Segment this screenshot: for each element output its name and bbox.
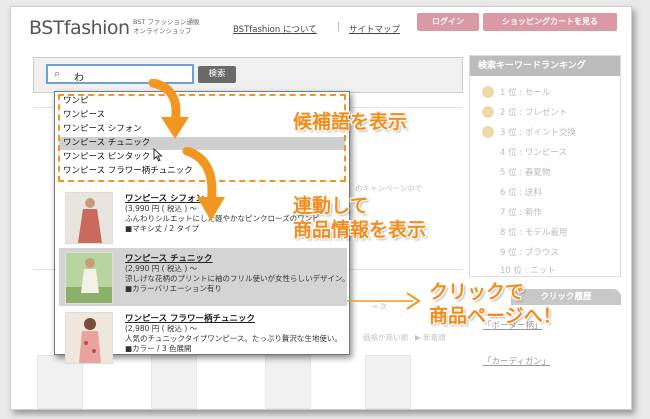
product-variation: ■カラー / 3 色展開	[125, 344, 192, 353]
annotation-click-line2: 商品ページへ！	[429, 305, 562, 327]
ranking-item[interactable]: 8 位 : モデル着用	[500, 226, 567, 238]
ranking-item[interactable]: 5 位 : 春夏物	[500, 166, 550, 178]
product-suggestion[interactable]: ワンピース フラワー柄チュニック (2,980 円 ( 税込 ) 〜 人気のチュ…	[59, 308, 347, 366]
ranking-item[interactable]: 6 位 : 送料	[500, 186, 542, 198]
about-link[interactable]: BSTfashion について	[233, 23, 317, 35]
ranking-item[interactable]: 2 位 : プレゼント	[500, 106, 567, 118]
arrow-right-icon	[347, 292, 421, 310]
mouse-cursor-icon	[153, 148, 163, 162]
product-image[interactable]	[65, 192, 113, 244]
nav-separator: |	[337, 22, 341, 32]
rank-2-crown-icon	[482, 106, 494, 118]
history-item[interactable]: 「カーディガン」	[483, 355, 550, 367]
ranking-item[interactable]: 1 位 : セール	[500, 86, 550, 98]
product-image[interactable]	[65, 252, 113, 304]
search-input-value: わ	[74, 73, 84, 84]
product-image[interactable]	[65, 312, 113, 364]
logo-subtitle: BST ファッション通販 オンラインショップ	[133, 18, 200, 36]
product-photo-tunic	[66, 253, 112, 303]
rank-3-crown-icon	[482, 126, 494, 138]
login-button[interactable]: ログイン	[417, 13, 479, 31]
keyword-ranking-panel: 検索キーワードランキング 1 位 : セール 2 位 : プレゼント 3 位 :…	[469, 55, 621, 277]
annotation-linked-line2: 商品情報を表示	[293, 219, 427, 241]
product-photo-flower-tunic	[66, 313, 112, 363]
search-bar: ⌕ わ 検索	[33, 57, 463, 93]
search-button[interactable]: 検索	[198, 66, 236, 83]
logo-subtitle-line2: オンラインショップ	[133, 27, 192, 35]
arrow-down-icon	[148, 79, 189, 139]
arrow-down-icon	[182, 147, 225, 221]
site-logo[interactable]: BSTfashion	[29, 17, 130, 39]
annotation-linked-line1: 連動して	[293, 195, 369, 217]
product-thumbnail[interactable]	[365, 355, 411, 409]
ranking-item[interactable]: 3 位 : ポイント交換	[500, 126, 576, 138]
ranking-item[interactable]: 7 位 : 新作	[500, 206, 542, 218]
sort-price-high[interactable]: 価格が高い順	[363, 332, 408, 343]
browser-window: BSTfashion BST ファッション通販 オンラインショップ BSTfas…	[10, 6, 632, 410]
annotation-suggestions: 候補語を表示	[293, 111, 408, 133]
ranking-item[interactable]: 4 位 : ワンピース	[500, 146, 567, 158]
product-photo-dress	[66, 193, 112, 243]
search-icon: ⌕	[54, 67, 61, 80]
annotation-click-line1: クリックで	[429, 281, 525, 303]
cart-button[interactable]: ショッピングカートを見る	[483, 13, 617, 31]
sitemap-link[interactable]: サイトマップ	[349, 23, 400, 35]
rank-1-crown-icon	[482, 86, 494, 98]
sort-newest[interactable]: ▶ 新着順	[415, 332, 446, 343]
ranking-item[interactable]: 10 位 : ニット	[500, 264, 556, 276]
ranking-title: 検索キーワードランキング	[470, 56, 620, 76]
product-variation: ■カラーバリエーション有り	[125, 284, 222, 293]
logo-subtitle-line1: BST ファッション通販	[133, 18, 200, 26]
product-suggestion-highlighted[interactable]: ワンピース チュニック (2,990 円 ( 税込 ) 〜 涼しげな花柄のプリン…	[59, 248, 350, 306]
ranking-item[interactable]: 9 位 : ブラウス	[500, 246, 559, 258]
